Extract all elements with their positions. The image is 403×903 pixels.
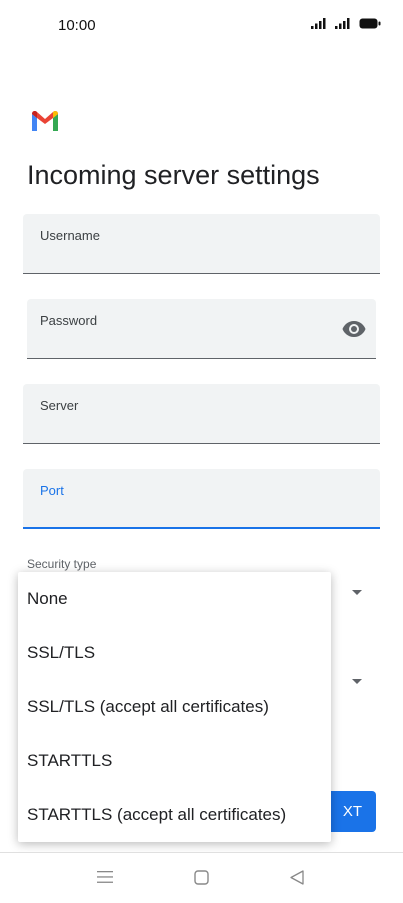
status-bar: 10:00 <box>0 0 403 52</box>
security-type-label: Security type <box>27 557 97 571</box>
home-nav-icon[interactable] <box>194 870 209 885</box>
password-field[interactable]: Password <box>27 299 376 359</box>
menu-nav-icon[interactable] <box>97 870 113 884</box>
menu-item-ssl-tls[interactable]: SSL/TLS <box>18 626 331 680</box>
username-label: Username <box>40 228 100 243</box>
next-button-label: XT <box>342 803 362 820</box>
menu-item-starttls[interactable]: STARTTLS <box>18 734 331 788</box>
second-dropdown-arrow-icon[interactable] <box>352 679 362 684</box>
port-field[interactable]: Port <box>23 469 380 529</box>
password-label: Password <box>40 313 98 328</box>
battery-icon <box>359 18 381 28</box>
menu-item-none[interactable]: None <box>18 572 331 626</box>
gmail-logo-icon <box>32 111 58 131</box>
signal-icon <box>311 18 326 29</box>
server-field[interactable]: Server <box>23 384 380 444</box>
status-time: 10:00 <box>58 17 96 34</box>
username-field[interactable]: Username <box>23 214 380 274</box>
security-type-menu: None SSL/TLS SSL/TLS (accept all certifi… <box>18 572 331 842</box>
menu-item-ssl-tls-accept-all[interactable]: SSL/TLS (accept all certificates) <box>18 680 331 734</box>
status-icons <box>311 17 381 29</box>
back-nav-icon[interactable] <box>290 870 304 885</box>
menu-item-starttls-accept-all[interactable]: STARTTLS (accept all certificates) <box>18 788 331 842</box>
show-password-eye-icon[interactable] <box>342 320 366 338</box>
page-title: Incoming server settings <box>27 160 320 190</box>
port-label: Port <box>40 483 64 498</box>
navigation-bar <box>0 852 403 903</box>
signal-icon-2 <box>335 18 350 29</box>
server-label: Server <box>40 398 79 413</box>
security-type-dropdown-arrow-icon[interactable] <box>352 590 362 595</box>
